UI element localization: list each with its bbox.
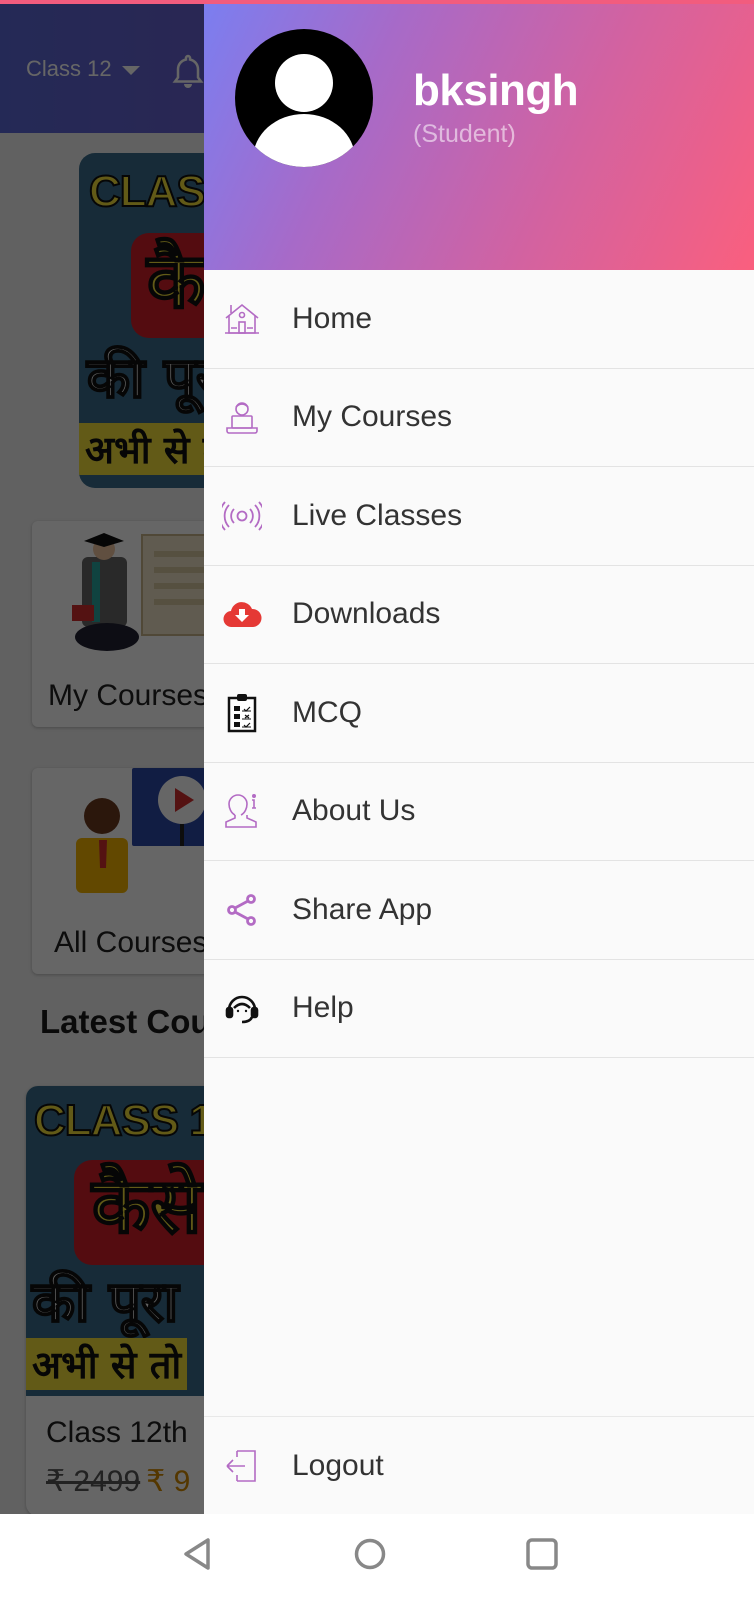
- menu-label-about-us: About Us: [292, 794, 416, 828]
- cloud-download-icon: [222, 594, 262, 634]
- home-icon: [222, 299, 262, 339]
- menu-label-share-app: Share App: [292, 892, 433, 926]
- nav-back-button[interactable]: [178, 1534, 218, 1574]
- avatar-head: [275, 54, 333, 112]
- avatar-body: [253, 114, 355, 167]
- menu-item-my-courses[interactable]: My Courses: [204, 369, 754, 467]
- user-role: (Student): [413, 120, 516, 148]
- nav-recents-button[interactable]: [522, 1534, 562, 1574]
- recents-square-icon: [526, 1538, 558, 1570]
- broadcast-icon: [222, 496, 262, 536]
- home-circle-icon: [354, 1538, 386, 1570]
- menu-item-downloads[interactable]: Downloads: [204, 566, 754, 664]
- menu-item-share-app[interactable]: Share App: [204, 861, 754, 960]
- share-icon: [222, 890, 262, 930]
- back-triangle-icon: [184, 1538, 210, 1570]
- student-laptop-icon: [222, 397, 262, 437]
- drawer-menu: Home My Courses Live Classes Downloads M…: [204, 270, 754, 1058]
- nav-home-button[interactable]: [350, 1534, 390, 1574]
- logout-button[interactable]: Logout: [204, 1416, 754, 1514]
- logout-icon: [222, 1446, 262, 1486]
- user-info-icon: [222, 791, 262, 831]
- menu-item-help[interactable]: Help: [204, 960, 754, 1058]
- menu-label-live-classes: Live Classes: [292, 498, 463, 532]
- menu-label-help: Help: [292, 991, 354, 1025]
- logout-label: Logout: [292, 1448, 384, 1482]
- drawer-header: bksingh (Student): [204, 4, 754, 270]
- system-nav-bar: [0, 1514, 754, 1600]
- user-name: bksingh: [413, 66, 579, 115]
- menu-label-mcq: MCQ: [292, 695, 362, 729]
- top-accent-line: [0, 0, 754, 4]
- avatar[interactable]: [235, 29, 373, 167]
- menu-label-downloads: Downloads: [292, 597, 441, 631]
- menu-item-home[interactable]: Home: [204, 270, 754, 369]
- menu-label-home: Home: [292, 301, 373, 335]
- headset-support-icon: [222, 988, 262, 1028]
- menu-label-my-courses: My Courses: [292, 400, 453, 434]
- clipboard-checklist-icon: [222, 693, 262, 733]
- navigation-drawer: bksingh (Student) Home My Courses Live C…: [204, 4, 754, 1514]
- menu-item-about-us[interactable]: About Us: [204, 763, 754, 861]
- menu-item-live-classes[interactable]: Live Classes: [204, 467, 754, 566]
- menu-item-mcq[interactable]: MCQ: [204, 664, 754, 763]
